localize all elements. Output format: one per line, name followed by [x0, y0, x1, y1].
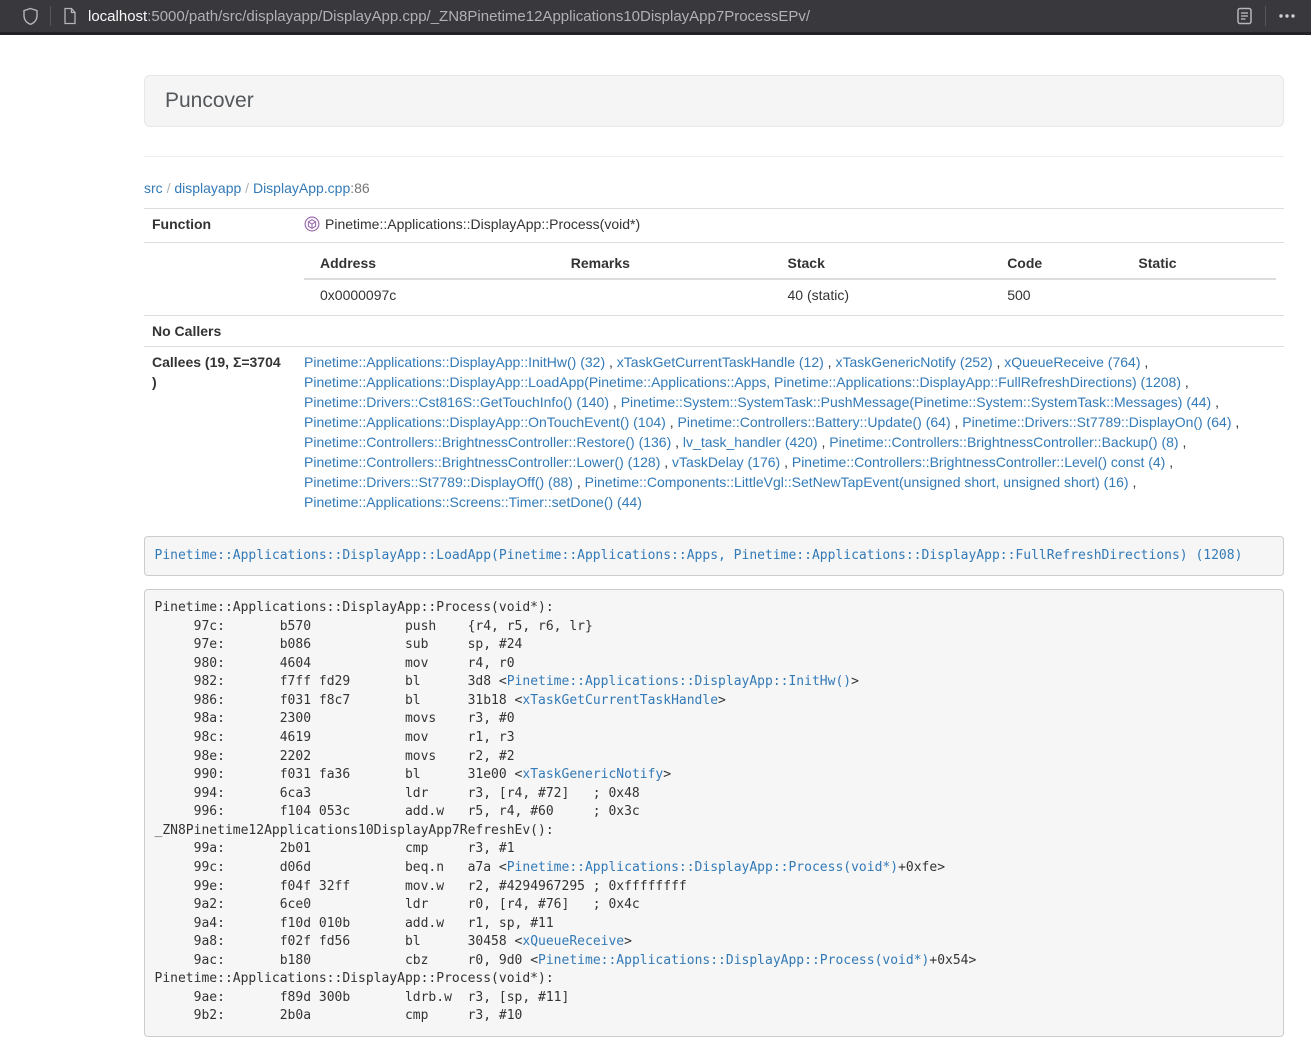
highlighted-symbol-box: Pinetime::Applications::DisplayApp::Load…: [144, 536, 1284, 576]
function-table: Function Pinetime::Applications::Display…: [144, 208, 1284, 517]
callee-link[interactable]: lv_task_handler (420): [683, 434, 818, 450]
callee-link[interactable]: Pinetime::Controllers::BrightnessControl…: [829, 434, 1178, 450]
stats-header: Static: [1122, 248, 1276, 279]
breadcrumb-item-file[interactable]: DisplayApp.cpp: [253, 180, 350, 196]
function-row: Function Pinetime::Applications::Display…: [144, 209, 1284, 243]
asm-symbol-link[interactable]: Pinetime::Applications::DisplayApp::Proc…: [538, 953, 929, 968]
no-callers-cell: [296, 316, 1284, 347]
stats-value: 500: [991, 279, 1122, 310]
callee-link[interactable]: Pinetime::Applications::Screens::Timer::…: [304, 494, 642, 510]
toolbar-divider: [1265, 6, 1266, 26]
url-host: localhost: [88, 8, 147, 25]
browser-topbar: localhost:5000/path/src/displayapp/Displ…: [0, 0, 1311, 35]
page-header: Puncover: [144, 75, 1284, 127]
breadcrumb-line-number: :86: [350, 180, 369, 196]
callee-link[interactable]: Pinetime::Controllers::BrightnessControl…: [304, 454, 660, 470]
callee-link[interactable]: Pinetime::Applications::DisplayApp::OnTo…: [304, 414, 666, 430]
url-path: :5000/path/src/displayapp/DisplayApp.cpp…: [147, 8, 810, 25]
cube-icon: [304, 216, 320, 237]
breadcrumb-item-displayapp[interactable]: displayapp: [174, 180, 241, 196]
stats-value: [1122, 279, 1276, 310]
callee-link[interactable]: Pinetime::Applications::DisplayApp::Init…: [304, 354, 605, 370]
callees-label: Callees (19, Σ=3704 ): [144, 347, 296, 518]
function-name: Pinetime::Applications::DisplayApp::Proc…: [325, 216, 640, 232]
callee-link[interactable]: xTaskGetCurrentTaskHandle (12): [617, 354, 824, 370]
stats-header-row: AddressRemarksStackCodeStatic: [304, 248, 1276, 279]
breadcrumb-item-src[interactable]: src: [144, 180, 163, 196]
callee-link[interactable]: Pinetime::Components::LittleVgl::SetNewT…: [585, 474, 1129, 490]
callee-link[interactable]: Pinetime::Drivers::Cst816S::GetTouchInfo…: [304, 394, 609, 410]
callee-link[interactable]: vTaskDelay (176): [672, 454, 780, 470]
stats-row-label: [144, 243, 296, 316]
no-callers-row: No Callers: [144, 316, 1284, 347]
stats-value: 0x0000097c: [304, 279, 555, 310]
breadcrumb-separator: /: [245, 180, 249, 196]
page-title: Puncover: [165, 89, 254, 112]
stats-value: 40 (static): [772, 279, 992, 310]
shield-icon[interactable]: [22, 7, 39, 26]
callee-link[interactable]: xQueueReceive (764): [1004, 354, 1140, 370]
callee-link[interactable]: Pinetime::Applications::DisplayApp::Load…: [304, 374, 1181, 390]
callees-cell: Pinetime::Applications::DisplayApp::Init…: [296, 347, 1284, 518]
callee-link[interactable]: Pinetime::Drivers::St7789::DisplayOff() …: [304, 474, 573, 490]
stats-value: [555, 279, 772, 310]
breadcrumb: src / displayapp / DisplayApp.cpp:86: [144, 178, 1284, 198]
page-icon[interactable]: [62, 7, 77, 25]
stats-header: Code: [991, 248, 1122, 279]
callee-link[interactable]: xTaskGenericNotify (252): [835, 354, 992, 370]
stats-cell: AddressRemarksStackCodeStatic 0x0000097c…: [296, 243, 1284, 316]
stats-header: Address: [304, 248, 555, 279]
callee-link[interactable]: Pinetime::Controllers::BrightnessControl…: [304, 434, 671, 450]
stats-header: Remarks: [555, 248, 772, 279]
callee-link[interactable]: Pinetime::System::SystemTask::PushMessag…: [621, 394, 1212, 410]
callees-list: Pinetime::Applications::DisplayApp::Init…: [304, 352, 1276, 512]
stats-row: AddressRemarksStackCodeStatic 0x0000097c…: [144, 243, 1284, 316]
stats-table: AddressRemarksStackCodeStatic 0x0000097c…: [304, 248, 1276, 310]
toolbar-divider: [50, 6, 51, 26]
function-label: Function: [144, 209, 296, 243]
page-content: Puncover src / displayapp / DisplayApp.c…: [144, 35, 1284, 1037]
no-callers-label: No Callers: [144, 316, 296, 347]
callee-link[interactable]: Pinetime::Controllers::BrightnessControl…: [792, 454, 1165, 470]
address-bar[interactable]: localhost:5000/path/src/displayapp/Displ…: [88, 8, 1235, 25]
asm-symbol-link[interactable]: xQueueReceive: [522, 934, 624, 949]
callee-link[interactable]: Pinetime::Drivers::St7789::DisplayOn() (…: [962, 414, 1231, 430]
loadapp-link[interactable]: Pinetime::Applications::DisplayApp::Load…: [155, 548, 1243, 563]
asm-symbol-link[interactable]: Pinetime::Applications::DisplayApp::Init…: [507, 674, 851, 689]
disassembly: Pinetime::Applications::DisplayApp::Proc…: [144, 589, 1284, 1037]
stats-value-row: 0x0000097c 40 (static)500: [304, 279, 1276, 310]
stats-header: Stack: [772, 248, 992, 279]
function-name-cell: Pinetime::Applications::DisplayApp::Proc…: [296, 209, 1284, 243]
asm-symbol-link[interactable]: xTaskGetCurrentTaskHandle: [522, 693, 718, 708]
section-divider: [144, 156, 1284, 157]
callees-row: Callees (19, Σ=3704 ) Pinetime::Applicat…: [144, 347, 1284, 518]
menu-button[interactable]: [1277, 7, 1297, 25]
asm-symbol-link[interactable]: Pinetime::Applications::DisplayApp::Proc…: [507, 860, 898, 875]
breadcrumb-separator: /: [167, 180, 171, 196]
callee-link[interactable]: Pinetime::Controllers::Battery::Update()…: [678, 414, 951, 430]
reader-mode-button[interactable]: [1235, 6, 1254, 26]
asm-symbol-link[interactable]: xTaskGenericNotify: [522, 767, 663, 782]
